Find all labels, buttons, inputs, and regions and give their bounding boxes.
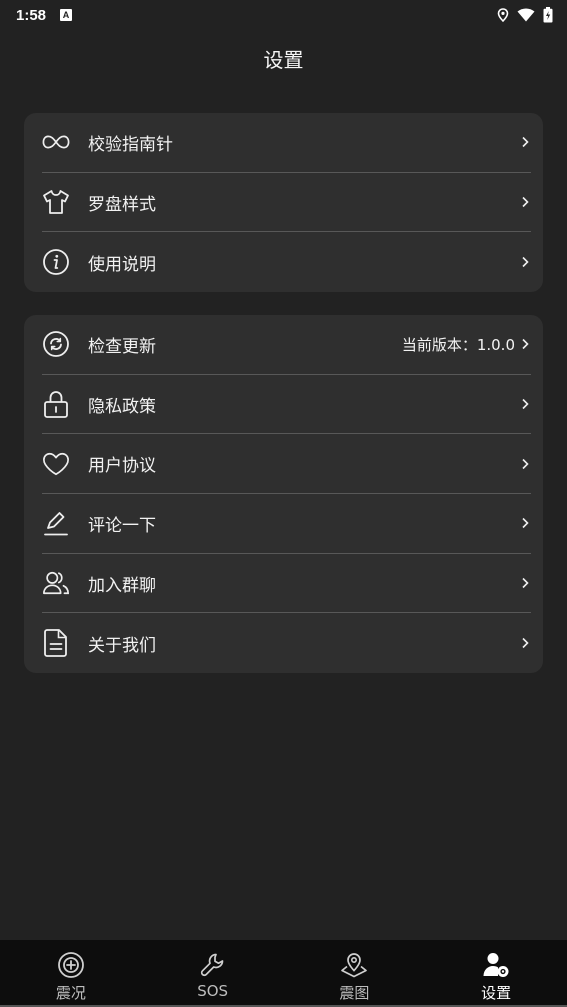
notification-badge-icon: A: [60, 9, 73, 21]
settings-card-general: 校验指南针 罗盘样式 使用说明: [24, 113, 543, 292]
settings-row-about-us[interactable]: 关于我们: [42, 613, 531, 673]
users-icon: [42, 569, 70, 597]
row-label: 使用说明: [88, 254, 156, 275]
location-icon: [497, 8, 509, 22]
status-right: [497, 7, 553, 23]
chevron-right-icon: [519, 398, 531, 410]
wifi-icon: [517, 8, 535, 22]
tab-sos[interactable]: SOS: [142, 940, 284, 1007]
tab-label: SOS: [197, 982, 229, 1000]
row-label: 加入群聊: [88, 575, 156, 596]
chevron-right-icon: [519, 517, 531, 529]
status-bar: 1:58 A: [0, 0, 567, 30]
heart-icon: [42, 450, 70, 478]
user-settings-icon: [481, 950, 511, 980]
row-label: 用户协议: [88, 456, 156, 477]
target-plus-icon: [56, 950, 86, 980]
row-label: 罗盘样式: [88, 194, 156, 215]
chevron-right-icon: [519, 637, 531, 649]
bottom-tab-bar: 震况 SOS 震图 设置: [0, 940, 567, 1007]
row-label: 关于我们: [88, 635, 156, 656]
chevron-right-icon: [519, 577, 531, 589]
refresh-icon: [42, 330, 70, 358]
settings-row-check-update[interactable]: 检查更新 当前版本：1.0.0: [42, 315, 531, 375]
shirt-icon: [42, 188, 70, 216]
tab-label: 震图: [339, 984, 370, 1002]
chevron-right-icon: [519, 136, 531, 148]
status-left: 1:58 A: [16, 6, 73, 24]
page-title: 设置: [263, 48, 304, 72]
document-icon: [42, 629, 70, 658]
status-time: 1:58: [16, 6, 47, 24]
pencil-icon: [42, 509, 70, 537]
row-label: 隐私政策: [88, 396, 156, 417]
row-label: 评论一下: [88, 515, 156, 536]
tab-earthquake-map[interactable]: 震图: [284, 940, 426, 1007]
tab-label: 震况: [55, 984, 86, 1002]
settings-row-join-group[interactable]: 加入群聊: [42, 554, 531, 614]
version-value: 当前版本：1.0.0: [401, 335, 515, 354]
battery-icon: [543, 7, 553, 23]
chevron-right-icon: [519, 338, 531, 350]
settings-row-user-agreement[interactable]: 用户协议: [42, 434, 531, 495]
row-label: 检查更新: [88, 336, 156, 357]
info-icon: [42, 248, 70, 276]
map-pin-icon: [339, 950, 369, 980]
settings-row-instructions[interactable]: 使用说明: [42, 232, 531, 292]
settings-row-calibrate-compass[interactable]: 校验指南针: [42, 113, 531, 173]
lock-icon: [42, 390, 70, 418]
settings-row-privacy-policy[interactable]: 隐私政策: [42, 375, 531, 435]
settings-row-review[interactable]: 评论一下: [42, 494, 531, 554]
chevron-right-icon: [519, 256, 531, 268]
tab-earthquake-status[interactable]: 震况: [0, 940, 142, 1007]
tab-label: 设置: [481, 984, 512, 1002]
row-label: 校验指南针: [88, 134, 173, 155]
settings-row-compass-style[interactable]: 罗盘样式: [42, 173, 531, 233]
chevron-right-icon: [519, 196, 531, 208]
chevron-right-icon: [519, 458, 531, 470]
tab-settings[interactable]: 设置: [425, 940, 567, 1007]
infinity-icon: [42, 128, 70, 156]
settings-card-about: 检查更新 当前版本：1.0.0 隐私政策 用户协议 评论一下 加入群聊 关于我们: [24, 315, 543, 673]
wrench-icon: [198, 950, 228, 980]
